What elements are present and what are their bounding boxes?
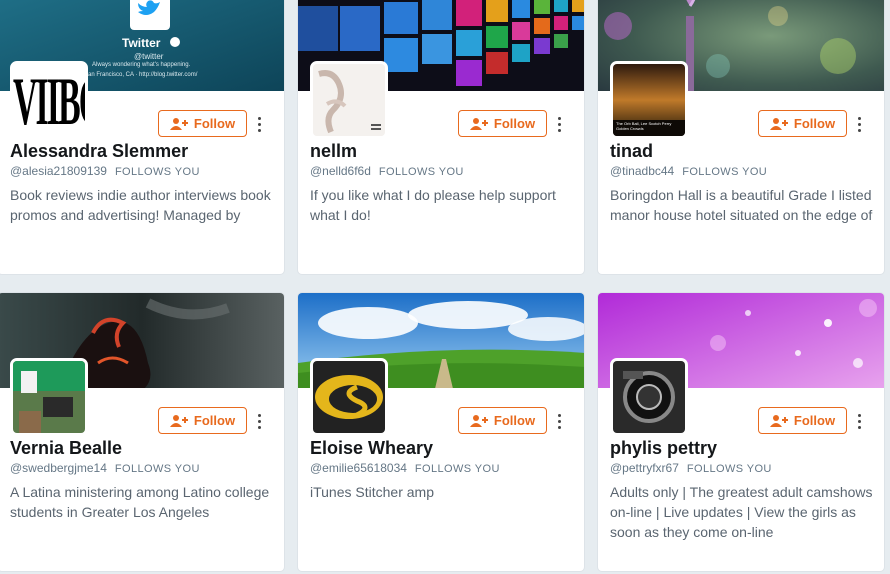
follows-you-badge: FOLLOWS YOU [686,463,772,475]
user-handle[interactable]: @tinadbc44 [610,164,674,178]
follows-you-badge: FOLLOWS YOU [378,166,464,178]
avatar[interactable]: VIIBO [10,61,88,139]
user-handle[interactable]: @alesia21809139 [10,164,107,178]
user-name[interactable]: phylis pettry [610,438,717,459]
user-card: Follow Vernia Bealle @swedbergjme14 FOLLO… [0,292,285,572]
user-card: The Orb Ball, Lee Scotch Perry Golden Cr… [597,0,885,275]
more-options-button[interactable] [552,112,566,136]
user-bio: iTunes Stitcher amp [310,484,434,500]
user-handle[interactable]: @swedbergjme14 [10,461,107,475]
user-name[interactable]: Vernia Bealle [10,438,122,459]
follow-label: Follow [793,116,836,131]
user-card: Follow phylis pettry @pettryfxr67 FOLLOWS… [597,292,885,572]
follow-button[interactable]: Follow [758,110,847,137]
handle-row: @tinadbc44 FOLLOWS YOU [610,164,767,178]
follow-label: Follow [193,413,236,428]
banner-tagline: Always wondering what's happening. [92,62,191,68]
follow-button[interactable]: Follow [758,407,847,434]
handle-row: @emilie65618034 FOLLOWS YOU [310,461,500,475]
add-user-icon [769,414,788,427]
follows-you-badge: FOLLOWS YOU [114,166,200,178]
add-user-icon [169,117,188,130]
add-user-icon [469,414,488,427]
follows-you-badge: FOLLOWS YOU [414,463,500,475]
avatar[interactable]: The Orb Ball, Lee Scotch Perry Golden Cr… [610,61,688,139]
handle-row: @swedbergjme14 FOLLOWS YOU [10,461,200,475]
user-bio: A Latina ministering among Latino colleg… [10,484,270,520]
user-handle[interactable]: @nelld6f6d [310,164,371,178]
add-user-icon [469,117,488,130]
user-card: Follow Eloise Wheary @emilie65618034 FOLL… [297,292,585,572]
follow-button[interactable]: Follow [458,110,547,137]
avatar[interactable] [610,358,688,436]
user-handle[interactable]: @emilie65618034 [310,461,407,475]
follows-you-badge: FOLLOWS YOU [114,463,200,475]
follow-button[interactable]: Follow [158,110,247,137]
user-bio: Adults only | The greatest adult camshow… [610,484,873,540]
follows-you-badge: FOLLOWS YOU [682,166,768,178]
follow-label: Follow [493,116,536,131]
banner-handle: @twitter [134,52,164,61]
add-user-icon [169,414,188,427]
avatar[interactable] [10,358,88,436]
user-handle[interactable]: @pettryfxr67 [610,461,679,475]
avatar[interactable] [310,61,388,139]
user-bio: Book reviews indie author interviews boo… [10,187,271,223]
avatar-caption: The Orb Ball, Lee Scotch Perry Golden Cr… [616,121,672,131]
handle-row: @pettryfxr67 FOLLOWS YOU [610,461,772,475]
more-options-button[interactable] [552,409,566,433]
verified-icon [170,37,180,47]
handle-row: @alesia21809139 FOLLOWS YOU [10,164,200,178]
user-card: Follow nellm @nelld6f6d FOLLOWS YOU If yo… [297,0,585,275]
more-options-button[interactable] [852,112,866,136]
add-user-icon [769,117,788,130]
more-options-button[interactable] [252,409,266,433]
banner-title: Twitter [122,36,161,50]
follow-button[interactable]: Follow [158,407,247,434]
user-name[interactable]: Alessandra Slemmer [10,141,188,162]
user-name[interactable]: Eloise Wheary [310,438,433,459]
follow-label: Follow [193,116,236,131]
user-card: Twitter @twitter Always wondering what's… [0,0,285,275]
follow-label: Follow [493,413,536,428]
more-options-button[interactable] [852,409,866,433]
follow-button[interactable]: Follow [458,407,547,434]
user-name[interactable]: tinad [610,141,653,162]
avatar-logo-text: VIIBO [13,66,85,139]
user-name[interactable]: nellm [310,141,357,162]
user-bio: Boringdon Hall is a beautiful Grade I li… [610,187,873,223]
banner-location-url: San Francisco, CA · http://blog.twitter.… [84,72,198,78]
more-options-button[interactable] [252,112,266,136]
handle-row: @nelld6f6d FOLLOWS YOU [310,164,464,178]
user-bio: If you like what I do please help suppor… [310,187,556,223]
avatar[interactable] [310,358,388,436]
follow-label: Follow [793,413,836,428]
